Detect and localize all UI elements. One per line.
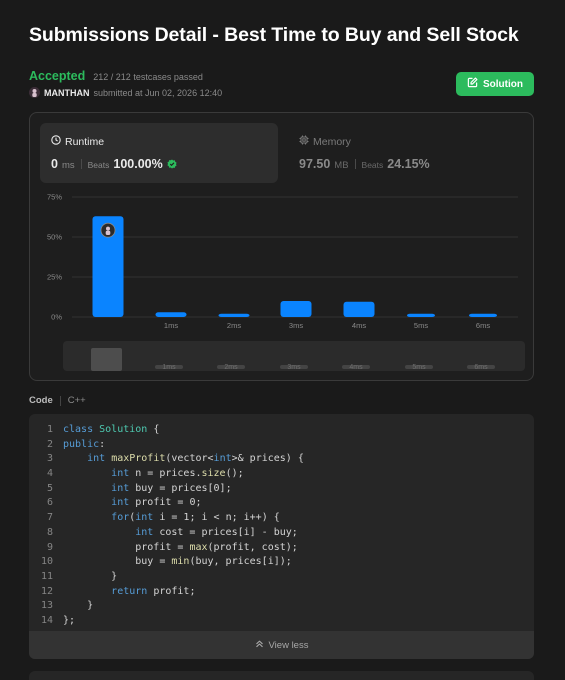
line-number: 1 — [46, 424, 53, 435]
code-lines: 1 class Solution { 2 public: 3 int maxProfit… — [29, 423, 534, 629]
line-number: 3 — [46, 453, 53, 465]
navigator-tick-label: 5ms — [412, 364, 426, 371]
solution-button-label: Solution — [483, 78, 523, 90]
author-row: MANTHAN submitted at Jun 02, 2026 12:40 — [29, 87, 222, 98]
code-line: 8 int cost = prices[i] - buy; — [29, 526, 534, 541]
line-code: public: — [63, 438, 106, 450]
chart-bar — [343, 301, 375, 317]
status-accepted: Accepted — [29, 69, 86, 83]
line-code: buy = min(buy, prices[i]); — [135, 556, 292, 568]
code-line: 14}; — [29, 614, 534, 629]
code-line: 3 int maxProfit(vector<int>& prices) { — [29, 452, 534, 467]
x-tick-label: 6ms — [476, 321, 490, 330]
line-number: 8 — [46, 526, 53, 538]
code-label-row: Code C++ — [29, 395, 86, 406]
author-avatar[interactable] — [29, 87, 40, 98]
code-block[interactable]: 1 class Solution { 2 public: 3 int maxProfit… — [29, 414, 534, 659]
chart-bar — [155, 312, 187, 317]
line-code: } — [63, 570, 118, 582]
author-name[interactable]: MANTHAN — [44, 88, 90, 98]
navigator-tick-label: 6ms — [474, 364, 488, 371]
x-tick-label: 5ms — [414, 321, 428, 330]
code-line: 4 int n = prices.size(); — [29, 467, 534, 482]
y-tick-label: 0% — [51, 313, 62, 322]
user-avatar-head — [106, 226, 110, 231]
edit-icon — [467, 77, 478, 91]
next-section-card — [29, 671, 534, 680]
line-number: 7 — [46, 512, 53, 524]
line-number: 14 — [40, 614, 53, 626]
navigator-tick-label: 3ms — [287, 364, 301, 371]
code-line: 6 int profit = 0; — [29, 496, 534, 511]
x-tick-label: 2ms — [227, 321, 241, 330]
line-code: int cost = prices[i] - buy; — [135, 526, 298, 538]
x-tick-label: 4ms — [352, 321, 366, 330]
code-line: 2 public: — [29, 438, 534, 453]
submission-status-row: Accepted 212 / 212 testcases passed — [29, 69, 203, 83]
code-line: 11 } — [29, 570, 534, 585]
line-code: for(int i = 1; i < n; i++) { — [111, 512, 280, 524]
code-label: Code — [29, 395, 53, 406]
line-number: 2 — [46, 438, 53, 450]
line-code: } — [63, 600, 94, 612]
user-avatar-body — [105, 230, 111, 235]
line-number: 11 — [40, 570, 53, 582]
line-number: 13 — [40, 600, 53, 612]
divider — [59, 395, 61, 406]
testcases-passed: 212 / 212 testcases passed — [93, 72, 203, 82]
view-less-label: View less — [268, 639, 309, 651]
line-code: }; — [63, 614, 76, 626]
code-line: 7 for(int i = 1; i < n; i++) { — [29, 511, 534, 526]
page-title: Submissions Detail - Best Time to Buy an… — [29, 24, 519, 46]
code-line: 12 return profit; — [29, 585, 534, 600]
chevrons-up-icon — [255, 639, 264, 651]
view-less-button[interactable]: View less — [29, 631, 534, 659]
line-code: return profit; — [111, 585, 196, 597]
code-line: 10 buy = min(buy, prices[i]); — [29, 555, 534, 570]
y-tick-label: 50% — [47, 233, 62, 242]
navigator-tick-label: 2ms — [224, 364, 238, 371]
code-line: 1 class Solution { — [29, 423, 534, 438]
line-code: profit = max(profit, cost); — [135, 541, 298, 553]
x-tick-label: 1ms — [164, 321, 178, 330]
line-code: int buy = prices[0]; — [111, 482, 232, 494]
line-number: 12 — [40, 585, 53, 597]
line-code: class Solution { — [63, 424, 160, 435]
runtime-distribution-chart[interactable]: 0% 25% 50% 75% 1ms 2ms 3ms 4ms 5ms 6ms 1ms 2ms 3ms 4m… — [30, 113, 535, 382]
navigator-tick-label: 1ms — [162, 364, 176, 371]
line-number: 5 — [46, 482, 53, 494]
code-line: 13 } — [29, 599, 534, 614]
chart-bar — [407, 313, 435, 317]
chart-bar — [218, 313, 250, 317]
code-line: 5 int buy = prices[0]; — [29, 482, 534, 497]
line-number: 10 — [40, 556, 53, 568]
navigator-selection-handle — [91, 348, 122, 371]
performance-card: Runtime 0 ms Beats 100.00% Memory 97.50 … — [29, 112, 534, 381]
line-code: int profit = 0; — [111, 497, 202, 509]
submitted-at: submitted at Jun 02, 2026 12:40 — [93, 87, 223, 98]
y-tick-label: 75% — [47, 193, 62, 202]
x-tick-label: 3ms — [289, 321, 303, 330]
navigator-tick-label: 4ms — [349, 364, 363, 371]
y-tick-label: 25% — [47, 273, 62, 282]
chart-bar — [469, 313, 497, 317]
line-code: int n = prices.size(); — [111, 468, 244, 480]
line-number: 6 — [46, 497, 53, 509]
line-number: 4 — [46, 468, 53, 480]
code-line: 9 profit = max(profit, cost); — [29, 541, 534, 556]
line-code: int maxProfit(vector<int>& prices) { — [87, 453, 304, 465]
line-number: 9 — [46, 541, 53, 553]
chart-bar — [280, 301, 312, 317]
code-language: C++ — [67, 395, 86, 406]
solution-button[interactable]: Solution — [456, 72, 534, 96]
